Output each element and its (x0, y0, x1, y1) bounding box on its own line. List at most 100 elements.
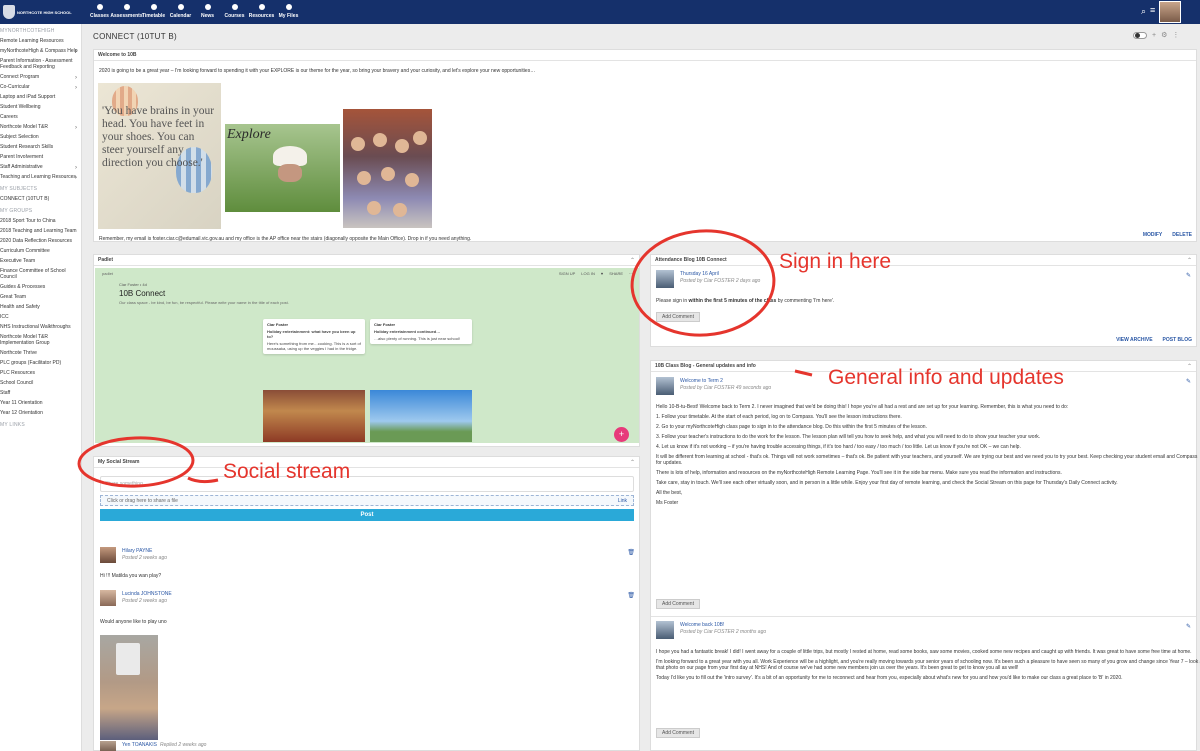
sidebar-item[interactable]: Curriculum Committee (0, 246, 81, 256)
blog-entry-title[interactable]: Welcome to Term 2 (680, 378, 723, 384)
delete-icon[interactable]: 🗑 (627, 549, 635, 556)
chevron-right-icon[interactable]: › (75, 85, 77, 91)
nav-classes[interactable]: Classes (86, 2, 113, 22)
add-icon[interactable]: + (1152, 32, 1156, 39)
avatar[interactable] (100, 547, 116, 563)
nav-calendar[interactable]: Calendar (167, 2, 194, 22)
school-logo[interactable]: NORTHCOTE HIGH SCHOOL (3, 4, 73, 20)
sidebar-item[interactable]: 2018 Teaching and Learning Team (0, 226, 81, 236)
add-post-button[interactable]: + (614, 427, 629, 442)
sidebar-item[interactable]: PLC groups (Facilitator PD) (0, 358, 81, 368)
modify-link[interactable]: MODIFY (1143, 232, 1162, 238)
sidebar-item[interactable]: Remote Learning Resources (0, 36, 81, 46)
post-blog-link[interactable]: POST BLOG (1163, 337, 1192, 343)
sidebar-item[interactable]: Subject Selection (0, 132, 81, 142)
social-post-input[interactable]: Share something… (100, 476, 634, 492)
sidebar-item[interactable]: Parent Involvement (0, 152, 81, 162)
sidebar-item[interactable]: Co-Curricular › (0, 82, 81, 92)
sidebar-item[interactable]: Guides & Processes (0, 282, 81, 292)
collapse-icon[interactable]: ⌃ (1187, 257, 1192, 264)
nav-resources[interactable]: Resources (248, 2, 275, 22)
avatar[interactable] (100, 741, 116, 751)
sidebar-item[interactable]: Connect Program › (0, 72, 81, 82)
post-author[interactable]: Yen TOANAKIS (122, 742, 157, 748)
sidebar-item[interactable]: Northcote Model T&R Implementation Group (0, 332, 81, 348)
edit-icon[interactable]: ✎ (1186, 378, 1191, 385)
sidebar-item-label: Teaching and Learning Resources (0, 174, 76, 180)
user-avatar[interactable] (1159, 1, 1181, 23)
add-comment-button[interactable]: Add Comment (656, 312, 700, 322)
collapse-icon[interactable]: ⌃ (630, 459, 635, 466)
post-author[interactable]: Hilary PAYNE (122, 548, 152, 554)
sidebar-item[interactable]: Finance Committee of School Council (0, 266, 81, 282)
link-button[interactable]: Link (618, 498, 627, 504)
add-comment-button[interactable]: Add Comment (656, 599, 700, 609)
nav-assessments[interactable]: Assessments (110, 2, 143, 22)
sidebar-item[interactable]: Northcote Model T&R › (0, 122, 81, 132)
sidebar-item[interactable]: 2020 Data Reflection Resources (0, 236, 81, 246)
sidebar-item[interactable]: Year 11 Orientation (0, 398, 81, 408)
padlet-board[interactable]: padlet SIGN UP LOG IN ♥ SHARE ⋯ Ciar Fos… (95, 268, 639, 443)
padlet-card[interactable]: Ciar Foster Holiday entertainment contin… (370, 319, 472, 344)
view-archive-link[interactable]: VIEW ARCHIVE (1116, 337, 1152, 343)
chevron-right-icon[interactable]: › (75, 175, 77, 181)
avatar[interactable] (656, 270, 674, 288)
sidebar-item[interactable]: NHS Instructional Walkthroughs (0, 322, 81, 332)
avatar[interactable] (100, 590, 116, 606)
sidebar-item[interactable]: Student Research Skills (0, 142, 81, 152)
edit-toggle[interactable] (1133, 31, 1147, 39)
edit-icon[interactable]: ✎ (1186, 272, 1191, 279)
more-icon[interactable]: ⋯ (629, 271, 633, 276)
nav-courses[interactable]: Courses (221, 2, 248, 22)
blog-entry-title[interactable]: Welcome back 10B! (680, 622, 724, 628)
sidebar-item[interactable]: Executive Team (0, 256, 81, 266)
heart-icon[interactable]: ♥ (601, 271, 603, 276)
sidebar-item[interactable]: myNorthcoteHigh & Compass Help › (0, 46, 81, 56)
padlet-share[interactable]: SHARE (609, 271, 623, 276)
sidebar-item[interactable]: Parent Information - Assessment Feedback… (0, 56, 81, 72)
more-icon[interactable]: ⋮ (1172, 31, 1179, 39)
padlet-log-in[interactable]: LOG IN (581, 271, 595, 276)
menu-icon[interactable]: ≡ (1150, 5, 1155, 15)
avatar[interactable] (656, 377, 674, 395)
chevron-right-icon[interactable]: › (75, 75, 77, 81)
settings-icon[interactable]: ⚙ (1161, 31, 1167, 39)
collapse-icon[interactable]: ⌃ (1187, 363, 1192, 370)
blog-entry-title[interactable]: Thursday 16 April (680, 271, 719, 277)
divider (651, 616, 1196, 617)
file-drop-zone[interactable]: Click or drag here to share a file Link (100, 495, 634, 506)
padlet-card[interactable]: Ciar Foster Holiday entertainment: what … (263, 319, 365, 354)
post-button[interactable]: Post (100, 509, 634, 521)
sidebar-item[interactable]: Health and Safety (0, 302, 81, 312)
sidebar-item[interactable]: Year 12 Orientation (0, 408, 81, 418)
sidebar-item[interactable]: Teaching and Learning Resources › (0, 172, 81, 182)
sidebar-item[interactable]: CONNECT (10TUT B) (0, 194, 81, 204)
sidebar-item[interactable]: School Council (0, 378, 81, 388)
nav-timetable[interactable]: Timetable (140, 2, 167, 22)
padlet-sign-up[interactable]: SIGN UP (559, 271, 575, 276)
sidebar-item[interactable]: Laptop and iPad Support (0, 92, 81, 102)
collapse-icon[interactable]: ⌃ (630, 257, 635, 264)
sidebar-item[interactable]: Careers (0, 112, 81, 122)
search-icon[interactable]: ⌕ (1141, 6, 1146, 17)
chevron-right-icon[interactable]: › (75, 49, 77, 55)
post-author[interactable]: Lucinda JOHNSTONE (122, 591, 172, 597)
nav-my-files[interactable]: My Files (275, 2, 302, 22)
sidebar-item[interactable]: ICC (0, 312, 81, 322)
nav-news[interactable]: News (194, 2, 221, 22)
delete-icon[interactable]: 🗑 (627, 592, 635, 599)
chevron-right-icon[interactable]: › (75, 165, 77, 171)
sidebar-item[interactable]: Student Wellbeing (0, 102, 81, 112)
delete-link[interactable]: DELETE (1172, 232, 1192, 238)
sidebar-item[interactable]: Staff Administrative › (0, 162, 81, 172)
sidebar-item[interactable]: Staff (0, 388, 81, 398)
sidebar-item[interactable]: 2018 Sport Tour to China (0, 216, 81, 226)
avatar[interactable] (656, 621, 674, 639)
sidebar-item[interactable]: Great Team (0, 292, 81, 302)
sidebar-item[interactable]: PLC Resources (0, 368, 81, 378)
welcome-intro: 2020 is going to be a great year – I'm l… (99, 68, 536, 74)
chevron-right-icon[interactable]: › (75, 125, 77, 131)
add-comment-button[interactable]: Add Comment (656, 728, 700, 738)
sidebar-item[interactable]: Northcote Thrive (0, 348, 81, 358)
edit-icon[interactable]: ✎ (1186, 623, 1191, 630)
